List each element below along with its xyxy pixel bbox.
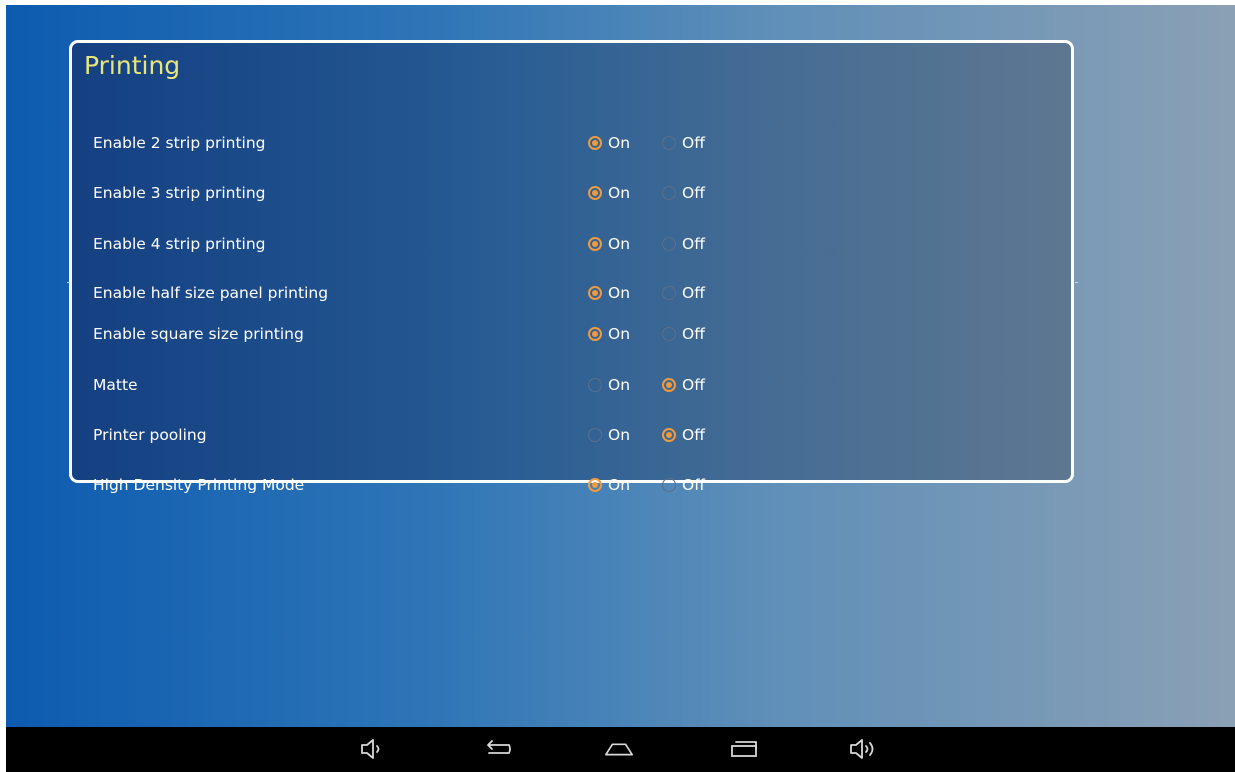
option-off[interactable]: Off: [662, 425, 705, 445]
option-off-label: Off: [682, 476, 705, 494]
option-off-label: Off: [682, 426, 705, 444]
radio-on[interactable]: [588, 378, 602, 392]
radio-off[interactable]: [662, 378, 676, 392]
option-off[interactable]: Off: [662, 234, 705, 254]
option-on[interactable]: On: [588, 324, 630, 344]
option-off-label: Off: [682, 376, 705, 394]
volume-down-icon: [361, 739, 380, 759]
setting-row: Enable half size panel printing On Off: [72, 275, 1071, 311]
radio-on[interactable]: [588, 136, 602, 150]
radio-on[interactable]: [588, 428, 602, 442]
option-on-label: On: [608, 376, 631, 394]
option-on-label: On: [608, 325, 631, 343]
option-off[interactable]: Off: [662, 183, 705, 203]
setting-label: Enable square size printing: [93, 325, 304, 343]
option-off-label: Off: [682, 184, 705, 202]
radio-off[interactable]: [662, 327, 676, 341]
back-button[interactable]: [482, 735, 514, 763]
radio-on[interactable]: [588, 237, 602, 251]
radio-off[interactable]: [662, 136, 676, 150]
radio-off[interactable]: [662, 478, 676, 492]
option-off[interactable]: Off: [662, 475, 705, 495]
radio-off[interactable]: [662, 428, 676, 442]
system-navigation-bar: [6, 727, 1235, 772]
back-icon: [487, 740, 511, 754]
option-off[interactable]: Off: [662, 283, 705, 303]
home-icon: [604, 743, 634, 756]
radio-off[interactable]: [662, 186, 676, 200]
setting-row: Printer pooling On Off: [72, 417, 1071, 453]
option-on-label: On: [608, 134, 631, 152]
option-on[interactable]: On: [588, 375, 630, 395]
setting-label: Enable 2 strip printing: [93, 134, 266, 152]
option-on[interactable]: On: [588, 133, 630, 153]
option-off-label: Off: [682, 235, 705, 253]
panel-title: Printing: [84, 51, 181, 80]
option-on[interactable]: On: [588, 234, 630, 254]
option-on-label: On: [608, 284, 631, 302]
app-screen: Printing Enable 2 strip printing On Off …: [6, 5, 1235, 772]
volume-up-button[interactable]: [848, 735, 880, 763]
radio-on[interactable]: [588, 186, 602, 200]
option-on-label: On: [608, 426, 631, 444]
option-on-label: On: [608, 184, 631, 202]
option-on-label: On: [608, 235, 631, 253]
setting-label: Matte: [93, 376, 138, 394]
setting-row: High Density Printing Mode On Off: [72, 467, 1071, 503]
option-on-label: On: [608, 476, 631, 494]
option-off-label: Off: [682, 284, 705, 302]
option-on[interactable]: On: [588, 475, 630, 495]
setting-row: Enable 3 strip printing On Off: [72, 175, 1071, 211]
recent-apps-icon: [731, 741, 757, 757]
option-off[interactable]: Off: [662, 375, 705, 395]
radio-off[interactable]: [662, 237, 676, 251]
setting-label: Enable half size panel printing: [93, 284, 329, 302]
panel-divider-tick-left: [67, 282, 70, 283]
printing-settings-panel: Printing Enable 2 strip printing On Off …: [69, 40, 1074, 494]
option-on[interactable]: On: [588, 425, 630, 445]
option-on[interactable]: On: [588, 183, 630, 203]
volume-down-button[interactable]: [357, 735, 389, 763]
option-off[interactable]: Off: [662, 324, 705, 344]
recent-apps-button[interactable]: [729, 735, 761, 763]
setting-row: Enable 4 strip printing On Off: [72, 226, 1071, 262]
radio-off[interactable]: [662, 286, 676, 300]
volume-up-icon: [850, 739, 874, 759]
radio-on[interactable]: [588, 286, 602, 300]
radio-on[interactable]: [588, 327, 602, 341]
setting-label: Printer pooling: [93, 426, 207, 444]
setting-row: Enable 2 strip printing On Off: [72, 125, 1071, 161]
setting-label: High Density Printing Mode: [93, 476, 305, 494]
option-off-label: Off: [682, 134, 705, 152]
setting-label: Enable 4 strip printing: [93, 235, 266, 253]
setting-label: Enable 3 strip printing: [93, 184, 266, 202]
setting-row: Enable square size printing On Off: [72, 316, 1071, 352]
panel-divider-tick-right: [1075, 282, 1078, 283]
option-off-label: Off: [682, 325, 705, 343]
option-on[interactable]: On: [588, 283, 630, 303]
home-button[interactable]: [603, 735, 635, 763]
setting-row: Matte On Off: [72, 367, 1071, 403]
option-off[interactable]: Off: [662, 133, 705, 153]
radio-on[interactable]: [588, 478, 602, 492]
